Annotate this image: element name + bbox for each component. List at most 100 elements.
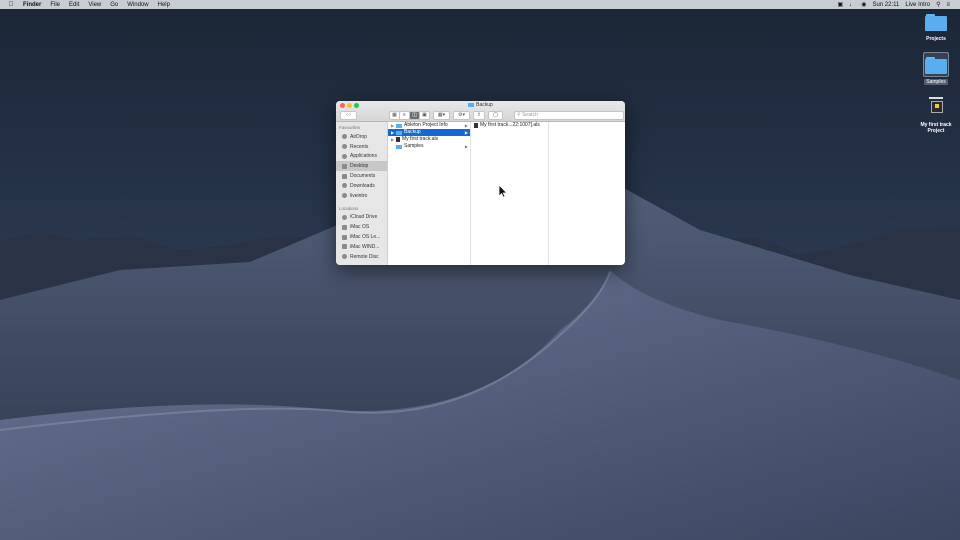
file-name: My first track...22:1007].als — [480, 122, 540, 128]
file-row-samples[interactable]: Samples ▶ — [388, 143, 470, 150]
wifi-icon[interactable]: ◉ — [861, 1, 866, 8]
folder-icon — [468, 102, 475, 107]
file-name: Samples — [404, 143, 424, 149]
file-row-ableton-project-info[interactable]: ▶ Ableton Project Info ▶ — [388, 122, 470, 129]
menu-edit[interactable]: Edit — [69, 2, 79, 8]
desktop-wallpaper — [0, 150, 960, 540]
sidebar-item-label: Desktop — [350, 163, 369, 170]
menubar-clock[interactable]: Sun 22:11 — [872, 2, 899, 8]
sidebar-item-label: Remote Disc — [350, 253, 379, 260]
file-row-my-first-track-als[interactable]: ▶ My first track.als — [388, 136, 470, 143]
menu-bar:  Finder File Edit View Go Window Help ▣… — [0, 0, 960, 9]
share-icon[interactable]: ⇧ — [473, 111, 485, 120]
chevron-right-icon: ▶ — [464, 144, 468, 149]
folder-icon — [396, 144, 402, 149]
document-icon — [342, 173, 347, 179]
sidebar-item-label: iMac OS Le... — [350, 234, 381, 241]
folder-icon — [925, 14, 947, 31]
cloud-icon — [342, 214, 347, 220]
menu-help[interactable]: Help — [158, 2, 170, 8]
airdrop-icon — [342, 134, 347, 140]
sidebar-header-locations: Locations — [339, 205, 359, 211]
disk-icon — [342, 244, 347, 250]
desktop-icon-projects[interactable]: Projects — [914, 14, 958, 42]
desktop-icon-label: Projects — [926, 36, 946, 42]
finder-titlebar[interactable]: Backup ‹ › ▦ ≡ ◫ ▣ ▦▾ ⚙▾ ⇧ ◯ ⚲ Search — [336, 101, 625, 122]
desktop-icon-label: My first track Project — [920, 122, 952, 134]
folder-icon — [396, 130, 402, 135]
disk-icon — [342, 224, 347, 230]
sidebar-item-label: Documents — [350, 173, 376, 180]
sidebar-item-airdrop[interactable]: AirDrop — [336, 132, 387, 142]
desktop-icon — [342, 163, 347, 169]
ableton-file-icon — [474, 123, 478, 128]
sidebar-item-label: Recents — [350, 143, 369, 150]
sidebar-item-downloads[interactable]: Downloads — [336, 181, 387, 191]
finder-column-1: ▶ Ableton Project Info ▶ ▶ Backup ▶ ▶ My firs… — [388, 122, 471, 265]
mouse-cursor-icon — [498, 184, 508, 198]
sidebar-item-label: liveintro — [350, 192, 368, 199]
menu-file[interactable]: File — [50, 2, 60, 8]
window-title-text: Backup — [476, 102, 493, 108]
ableton-file-icon — [396, 137, 400, 142]
sidebar-item-icloud-drive[interactable]: iCloud Drive — [336, 213, 387, 223]
sidebar-item-label: iMac WIND... — [350, 243, 380, 250]
ableton-project-icon — [927, 95, 945, 113]
file-row-backup[interactable]: ▶ Backup ▶ — [388, 129, 470, 136]
disc-icon — [342, 254, 347, 260]
menu-go[interactable]: Go — [110, 2, 118, 8]
desktop-icon-label: Samples — [924, 79, 948, 85]
sidebar-item-desktop[interactable]: Desktop — [336, 161, 387, 172]
home-icon — [342, 193, 347, 199]
disk-icon — [342, 234, 347, 240]
clock-icon — [342, 144, 347, 150]
sidebar-item-documents[interactable]: Documents — [336, 171, 387, 181]
sidebar-item-imac-os-le[interactable]: iMac OS Le... — [336, 232, 387, 242]
sidebar-header-favourites: Favourites — [339, 125, 361, 130]
finder-column-2: My first track...22:1007].als — [471, 122, 549, 265]
sidebar-item-label: iMac OS — [350, 224, 370, 231]
chevron-right-icon: ▶ — [464, 130, 468, 135]
menu-app-name[interactable]: Finder — [23, 2, 41, 8]
spotlight-icon[interactable]: ⚲ — [936, 1, 940, 8]
applications-icon — [342, 153, 347, 159]
action-gear-icon[interactable]: ⚙▾ — [453, 111, 470, 120]
folder-icon — [396, 123, 402, 128]
window-title: Backup — [336, 102, 625, 108]
search-placeholder: Search — [522, 112, 538, 118]
sidebar-item-liveintro[interactable]: liveintro — [336, 191, 387, 201]
sidebar-item-remote-disc[interactable]: Remote Disc — [336, 252, 387, 262]
desktop-icon-samples[interactable]: Samples — [914, 52, 958, 85]
download-icon — [342, 183, 347, 189]
sidebar-item-applications[interactable]: Applications — [336, 152, 387, 162]
file-name: Backup — [404, 129, 421, 135]
finder-window: Backup ‹ › ▦ ≡ ◫ ▣ ▦▾ ⚙▾ ⇧ ◯ ⚲ Search Fa… — [336, 101, 625, 265]
menu-view[interactable]: View — [88, 2, 101, 8]
menubar-user[interactable]: Live Intro — [905, 2, 930, 8]
gallery-view-button[interactable]: ▣ — [419, 111, 430, 120]
finder-column-3 — [549, 122, 625, 265]
sidebar-item-label: iCloud Drive — [350, 214, 378, 221]
notification-center-icon[interactable]: ≡ — [946, 2, 950, 8]
chevron-right-icon: ▶ — [464, 123, 468, 128]
file-name: My first track.als — [402, 136, 439, 142]
sidebar-item-recents[interactable]: Recents — [336, 142, 387, 152]
desktop-icon-my-first-track-project[interactable]: My first track Project — [914, 95, 958, 134]
sidebar-item-imac-os[interactable]: iMac OS — [336, 222, 387, 232]
file-name: Ableton Project Info — [404, 122, 448, 128]
display-icon[interactable]: ▣ — [838, 1, 844, 8]
search-input[interactable]: ⚲ Search — [514, 111, 624, 120]
sidebar-item-imac-windows[interactable]: iMac WIND... — [336, 242, 387, 252]
volume-icon[interactable]: ♩ — [849, 2, 855, 8]
sidebar-item-label: Applications — [350, 153, 377, 160]
tags-icon[interactable]: ◯ — [488, 111, 503, 120]
menu-window[interactable]: Window — [127, 2, 148, 8]
group-by-button[interactable]: ▦▾ — [433, 111, 450, 120]
sidebar-item-label: AirDrop — [350, 133, 367, 140]
file-row-backup-als[interactable]: My first track...22:1007].als — [471, 122, 548, 129]
finder-sidebar: Favourites AirDrop Recents Applications … — [336, 122, 388, 265]
sidebar-item-label: Downloads — [350, 182, 375, 189]
back-forward-buttons[interactable]: ‹ › — [340, 111, 357, 120]
folder-icon — [925, 57, 947, 74]
apple-menu-icon[interactable]:  — [7, 1, 15, 8]
